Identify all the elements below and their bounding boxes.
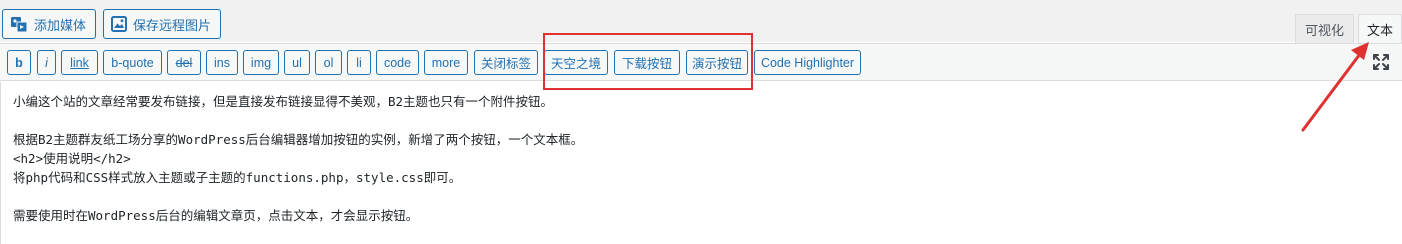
quicktag-bold-button[interactable]: b: [7, 50, 31, 75]
quicktag-more-button[interactable]: more: [424, 50, 468, 75]
quicktag-code-button[interactable]: code: [376, 50, 419, 75]
quicktag-ul-button[interactable]: ul: [284, 50, 310, 75]
add-media-button[interactable]: 添加媒体: [2, 9, 97, 39]
quicktag-italic-button[interactable]: i: [37, 50, 56, 75]
quicktag-ins-button[interactable]: ins: [206, 50, 238, 75]
quicktags-toolbar: b i link b-quote del ins img ul ol li co…: [0, 43, 1402, 81]
content-line: 小编这个站的文章经常要发布链接，但是直接发布链接显得不美观，B2主题也只有一个附…: [13, 94, 554, 109]
fullscreen-icon[interactable]: [1371, 52, 1391, 72]
quicktag-del-button[interactable]: del: [167, 50, 201, 75]
quicktag-link-button[interactable]: link: [61, 50, 98, 75]
tab-visual-label: 可视化: [1304, 23, 1344, 38]
quicktag-li-button[interactable]: li: [347, 50, 371, 75]
save-remote-images-label: 保存远程图片: [133, 17, 212, 33]
content-line: 需要使用时在WordPress后台的编辑文章页，点击文本，才会显示按钮。: [13, 208, 419, 223]
content-line: 根据B2主题群友纸工场分享的WordPress后台编辑器增加按钮的实例，新增了两…: [13, 132, 584, 147]
quicktag-download-button[interactable]: 下载按钮: [614, 50, 680, 75]
tab-text[interactable]: 文本: [1358, 14, 1402, 44]
save-remote-images-button[interactable]: 保存远程图片: [103, 9, 222, 39]
quicktag-ol-button[interactable]: ol: [315, 50, 342, 75]
quicktag-bquote-button[interactable]: b-quote: [103, 50, 162, 75]
quicktag-code-highlighter-button[interactable]: Code Highlighter: [754, 50, 861, 75]
quicktag-demo-button[interactable]: 演示按钮: [686, 50, 748, 75]
tab-visual[interactable]: 可视化: [1295, 14, 1354, 44]
media-icon: [10, 15, 28, 33]
tab-text-label: 文本: [1366, 23, 1393, 38]
content-line: <h2>使用说明</h2>: [13, 151, 131, 166]
quicktag-img-button[interactable]: img: [243, 50, 279, 75]
content-line: 将php代码和CSS样式放入主题或子主题的functions.php，style…: [13, 170, 462, 185]
editor-top-bar: 添加媒体 保存远程图片 可视化 文本: [0, 0, 1402, 44]
add-media-label: 添加媒体: [34, 17, 87, 33]
editor-textarea[interactable]: 小编这个站的文章经常要发布链接，但是直接发布链接显得不美观，B2主题也只有一个附…: [0, 82, 1402, 244]
image-icon: [111, 16, 127, 32]
quicktag-close-tags-button[interactable]: 关闭标签: [474, 50, 538, 75]
quicktag-sky-mirror-button[interactable]: 天空之境: [544, 50, 608, 75]
